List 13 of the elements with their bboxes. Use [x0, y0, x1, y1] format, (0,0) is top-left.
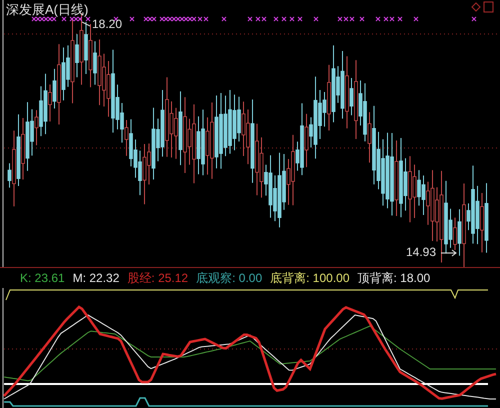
panel-toggle-icon[interactable]: [484, 2, 494, 12]
indicator-value: 顶背离: 18.00: [358, 270, 430, 286]
indicator-value: K: 23.61: [20, 271, 65, 285]
chart-title: 深发展A(日线): [6, 1, 88, 19]
diamond-icon[interactable]: [471, 2, 481, 12]
indicator-value: 底背离: 100.00: [270, 270, 350, 286]
leader-line: [82, 22, 90, 26]
low-price-label: 14.93: [406, 245, 436, 259]
indicator-value: 底观察: 0.00: [196, 270, 262, 286]
pointer-arrow: [440, 250, 457, 256]
high-price-label: 18.20: [92, 17, 122, 31]
indicator-value: M: 22.32: [72, 271, 120, 285]
indicator-value: 股经: 25.12: [127, 270, 188, 286]
